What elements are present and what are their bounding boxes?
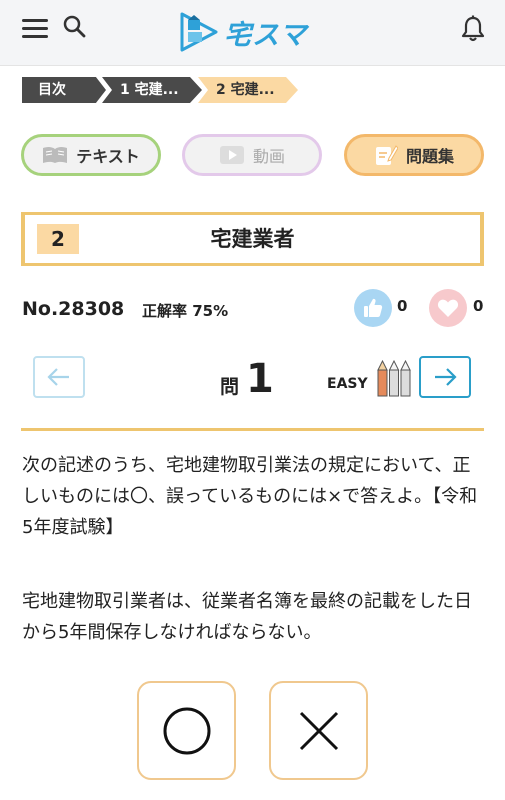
breadcrumb-item-section[interactable]: 2 宅建... [198, 77, 298, 103]
arrow-right-icon [435, 368, 457, 386]
circle-answer-icon [163, 707, 210, 754]
breadcrumb-item-contents[interactable]: 目次 [22, 77, 106, 103]
tab-text[interactable]: テキスト [21, 134, 161, 176]
next-question-button[interactable] [419, 356, 471, 398]
notebook-pen-icon [375, 145, 398, 165]
hamburger-menu-icon[interactable] [22, 18, 48, 40]
bell-icon[interactable] [458, 14, 488, 44]
breadcrumb: 目次 1 宅建... 2 宅建... [22, 77, 298, 103]
section-title-box: 宅建業者 2 [21, 212, 484, 266]
like-count: 0 [397, 297, 408, 315]
cross-answer-icon [299, 711, 338, 750]
tab-text-label: テキスト [76, 147, 140, 166]
book-icon [43, 147, 68, 163]
answer-correct-button[interactable] [137, 681, 236, 780]
breadcrumb-item-chapter[interactable]: 1 宅建... [102, 77, 202, 103]
section-title: 宅建業者 [210, 227, 295, 251]
app-logo[interactable]: 宅スマ [180, 10, 307, 54]
question-id: No.28308 [22, 298, 125, 320]
tab-problems[interactable]: 問題集 [344, 134, 484, 176]
logo-play-icon [180, 12, 218, 52]
section-number-badge: 2 [37, 224, 79, 254]
favorite-count: 0 [473, 297, 484, 315]
favorite-button[interactable] [429, 289, 467, 327]
question-statement: 宅地建物取引業者は、従業者名簿を最終の記載をした日から5年間保存しなければならな… [22, 591, 472, 643]
heart-icon [437, 299, 459, 317]
video-icon [219, 146, 244, 164]
arrow-left-icon [47, 368, 69, 386]
difficulty-pencils-icon [377, 360, 411, 397]
tab-video[interactable]: 動画 [182, 134, 322, 176]
tab-video-label: 動画 [252, 147, 285, 166]
question-number: 1 [246, 356, 274, 402]
logo-text: 宅スマ [224, 19, 308, 51]
thumbs-up-icon [364, 298, 383, 317]
search-icon[interactable] [62, 14, 88, 40]
like-button[interactable] [354, 289, 392, 327]
difficulty-label: EASY [327, 376, 368, 392]
divider [21, 428, 484, 431]
correct-rate: 正解率 75% [142, 302, 229, 320]
answer-incorrect-button[interactable] [269, 681, 368, 780]
app-header: 宅スマ [0, 0, 505, 66]
question-label: 問 [220, 376, 240, 398]
previous-question-button[interactable] [33, 356, 85, 398]
question-instructions: 次の記述のうち、宅地建物取引業法の規定において、正しいものには〇、誤っているもの… [22, 455, 478, 538]
tab-problems-label: 問題集 [405, 147, 454, 166]
